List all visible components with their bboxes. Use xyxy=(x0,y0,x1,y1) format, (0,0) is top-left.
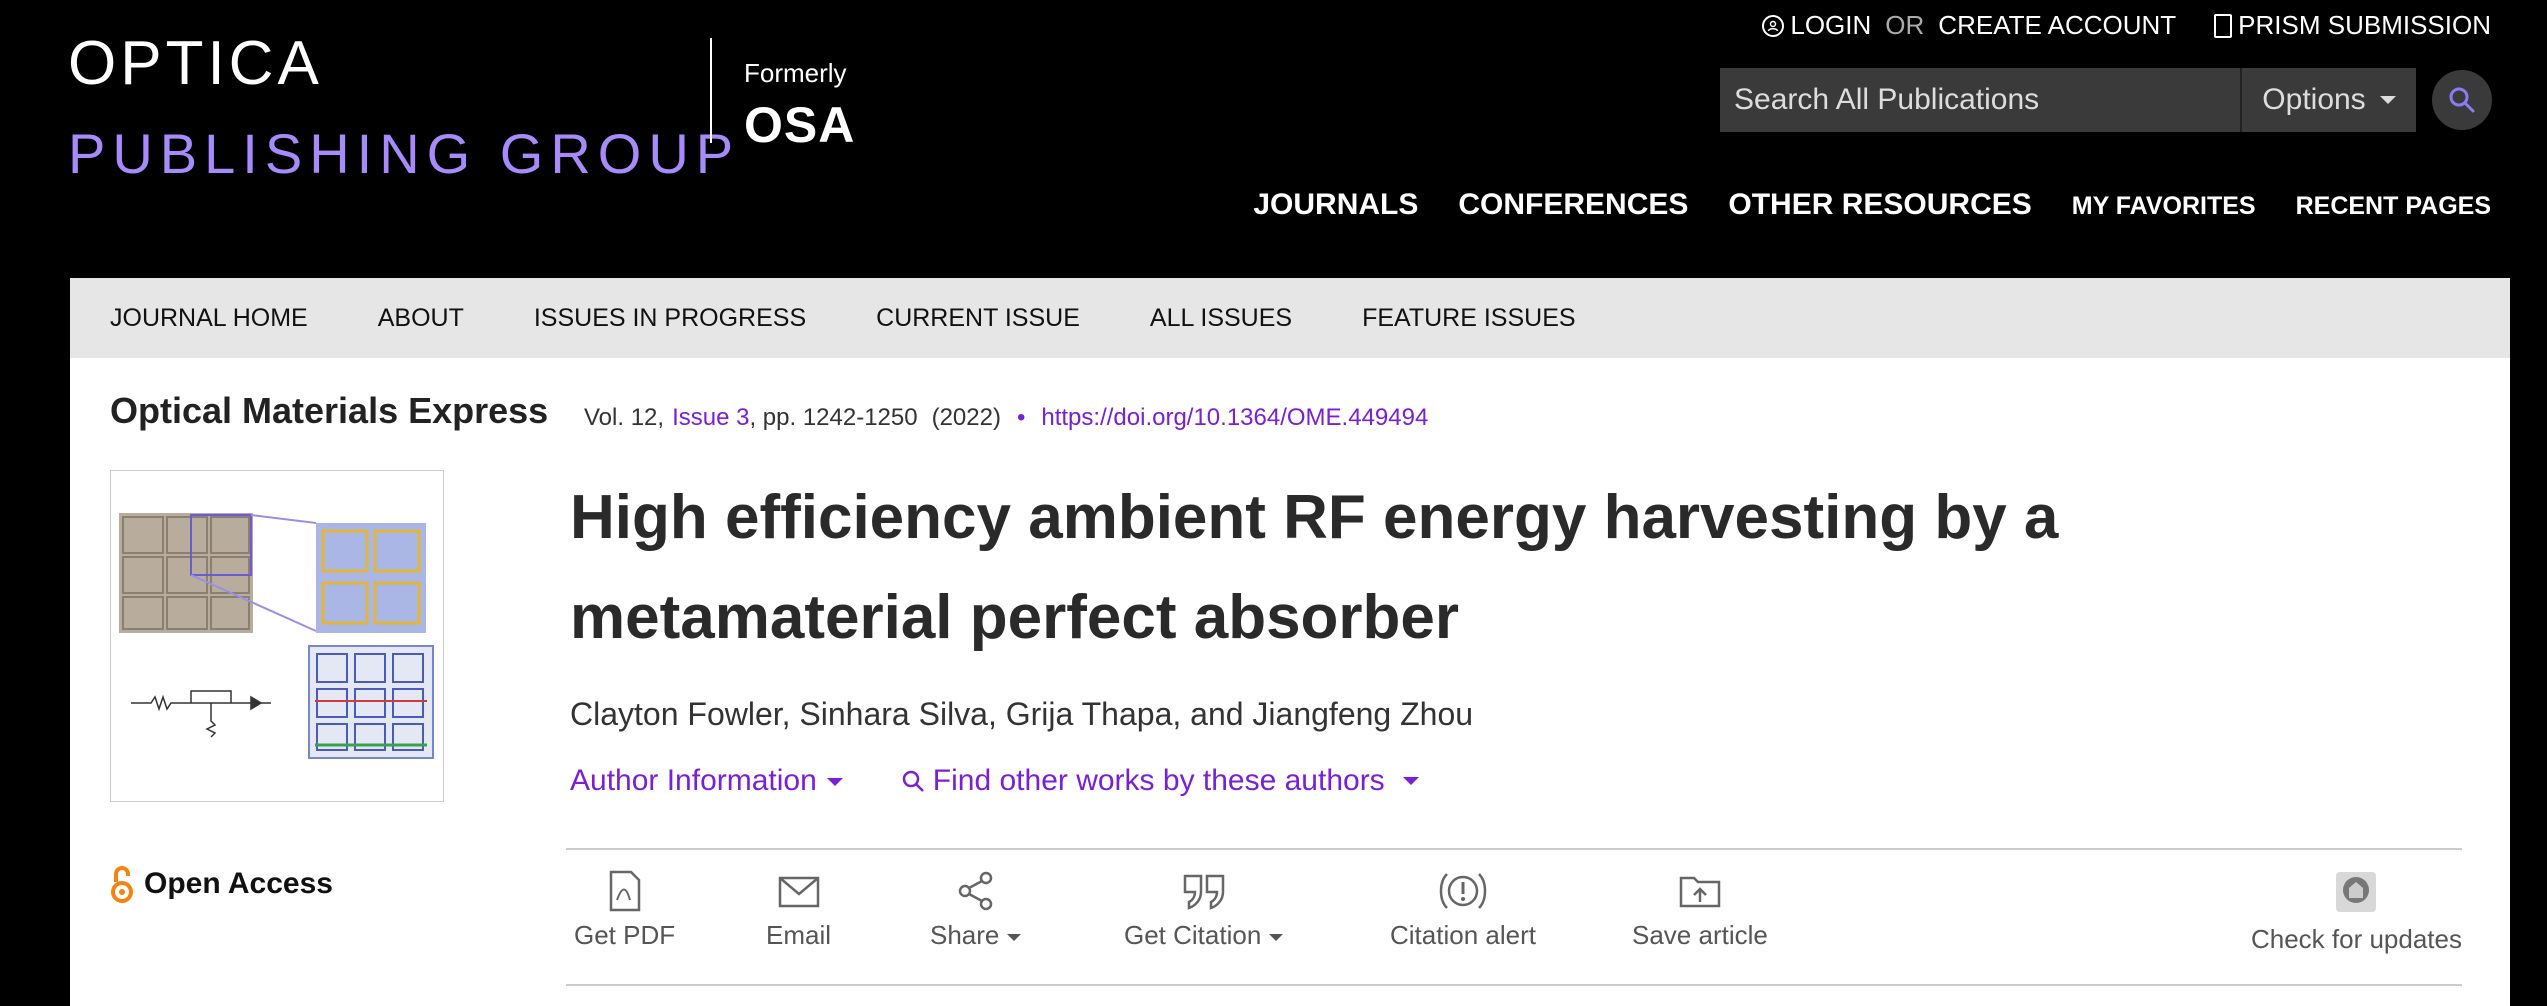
save-article-label: Save article xyxy=(1632,920,1768,950)
share-dropdown[interactable]: Share xyxy=(930,870,1022,951)
logo-divider xyxy=(710,38,712,143)
chevron-down-icon xyxy=(1269,933,1284,941)
nav-conferences[interactable]: CONFERENCES xyxy=(1458,188,1688,222)
subnav-about[interactable]: ABOUT xyxy=(378,304,464,333)
author-information-toggle[interactable]: Author Information xyxy=(570,764,843,798)
graphical-abstract-thumbnail[interactable] xyxy=(110,470,444,802)
save-article-button[interactable]: Save article xyxy=(1632,870,1768,951)
logo-top-text: OPTICA xyxy=(68,29,323,98)
pages: , pp. 1242-1250 xyxy=(749,404,918,431)
subnav-issues-in-progress[interactable]: ISSUES IN PROGRESS xyxy=(534,304,806,333)
login-link[interactable]: LOGIN xyxy=(1790,10,1871,41)
search-icon xyxy=(2449,87,2475,113)
nav-recent-pages[interactable]: RECENT PAGES xyxy=(2296,192,2491,221)
subnav-journal-home[interactable]: JOURNAL HOME xyxy=(110,304,308,333)
citation-alert-label: Citation alert xyxy=(1390,920,1536,950)
alert-icon xyxy=(1439,873,1487,909)
citation-alert-button[interactable]: Citation alert xyxy=(1390,870,1536,951)
osa-logo: OSA xyxy=(744,97,856,153)
nav-journals[interactable]: JOURNALS xyxy=(1253,188,1418,222)
check-for-updates-label: Check for updates xyxy=(2250,924,2462,954)
citation-meta: Vol. 12, Issue 3, pp. 1242-1250 (2022) •… xyxy=(584,404,1428,432)
login-group: LOGIN OR CREATE ACCOUNT xyxy=(1762,10,2176,41)
folder-icon xyxy=(1679,876,1721,908)
subnav-feature-issues[interactable]: FEATURE ISSUES xyxy=(1362,304,1575,333)
crossmark-icon xyxy=(2336,872,2377,912)
chevron-down-icon xyxy=(826,778,843,787)
chevron-down-icon xyxy=(1007,933,1022,941)
issue-link[interactable]: Issue 3 xyxy=(672,404,749,432)
quote-icon xyxy=(1183,874,1224,910)
options-label: Options xyxy=(2262,83,2366,116)
page: OPTICA PUBLISHING GROUP Formerly OSA LOG… xyxy=(0,0,2547,1006)
journal-subnav: JOURNAL HOME ABOUT ISSUES IN PROGRESS CU… xyxy=(70,278,2510,358)
get-citation-dropdown[interactable]: Get Citation xyxy=(1124,870,1284,951)
formerly-label: Formerly xyxy=(744,58,847,88)
article-title: High efficiency ambient RF energy harves… xyxy=(570,483,2059,652)
content-panel: JOURNAL HOME ABOUT ISSUES IN PROGRESS CU… xyxy=(70,278,2510,1006)
pdf-icon xyxy=(609,870,640,912)
graphical-abstract-image xyxy=(119,513,434,759)
year: (2022) xyxy=(931,404,1001,431)
main-nav: JOURNALS CONFERENCES OTHER RESOURCES MY … xyxy=(1253,188,2491,222)
optica-logo[interactable]: OPTICA PUBLISHING GROUP xyxy=(68,29,741,185)
chevron-down-icon xyxy=(1402,777,1419,785)
search-button[interactable] xyxy=(2432,70,2492,130)
email-label: Email xyxy=(766,920,832,950)
nav-my-favorites[interactable]: MY FAVORITES xyxy=(2072,192,2256,221)
doi-link[interactable]: https://doi.org/10.1364/OME.449494 xyxy=(1041,404,1428,432)
user-icon xyxy=(1762,14,1785,37)
email-icon xyxy=(778,876,819,908)
logo-bottom-text: PUBLISHING GROUP xyxy=(68,122,741,185)
open-access-icon xyxy=(111,866,133,903)
document-icon xyxy=(2214,13,2233,38)
article-toolbar: Get PDF Email Share Get Citation Citatio… xyxy=(566,848,2462,986)
search-icon xyxy=(902,770,924,792)
get-citation-label: Get Citation xyxy=(1124,920,1262,950)
bullet-separator: • xyxy=(1016,404,1026,431)
subnav-current-issue[interactable]: CURRENT ISSUE xyxy=(876,304,1080,333)
or-separator: OR xyxy=(1885,10,1925,40)
author-list: Clayton Fowler, Sinhara Silva, Grija Tha… xyxy=(570,696,1474,732)
author-actions: Author Information Find other works by t… xyxy=(570,764,1419,798)
subnav-all-issues[interactable]: ALL ISSUES xyxy=(1150,304,1292,333)
account-links: LOGIN OR CREATE ACCOUNT PRISM SUBMISSION xyxy=(1762,10,2491,41)
search-input[interactable]: Search All Publications xyxy=(1720,68,2240,132)
prism-submission-label: PRISM SUBMISSION xyxy=(2238,10,2491,40)
find-other-works-toggle[interactable]: Find other works by these authors xyxy=(901,764,1419,798)
journal-title[interactable]: Optical Materials Express xyxy=(110,390,548,432)
volume: Vol. 12, xyxy=(584,404,665,431)
search-options-dropdown[interactable]: Options xyxy=(2240,68,2416,132)
share-label: Share xyxy=(930,920,1000,950)
email-button[interactable]: Email xyxy=(766,870,831,951)
share-icon xyxy=(958,871,992,911)
find-other-works-label: Find other works by these authors xyxy=(932,764,1385,797)
prism-submission-link[interactable]: PRISM SUBMISSION xyxy=(2214,10,2491,41)
author-information-label: Author Information xyxy=(570,764,817,797)
create-account-link[interactable]: CREATE ACCOUNT xyxy=(1938,10,2176,41)
get-pdf-label: Get PDF xyxy=(574,920,676,950)
open-access-badge: Open Access xyxy=(110,864,333,904)
open-access-label: Open Access xyxy=(144,867,333,900)
check-for-updates-button[interactable]: Check for updates xyxy=(2251,870,2462,955)
nav-other-resources[interactable]: OTHER RESOURCES xyxy=(1728,188,2031,222)
chevron-down-icon xyxy=(2379,96,2396,104)
get-pdf-button[interactable]: Get PDF xyxy=(574,870,675,951)
